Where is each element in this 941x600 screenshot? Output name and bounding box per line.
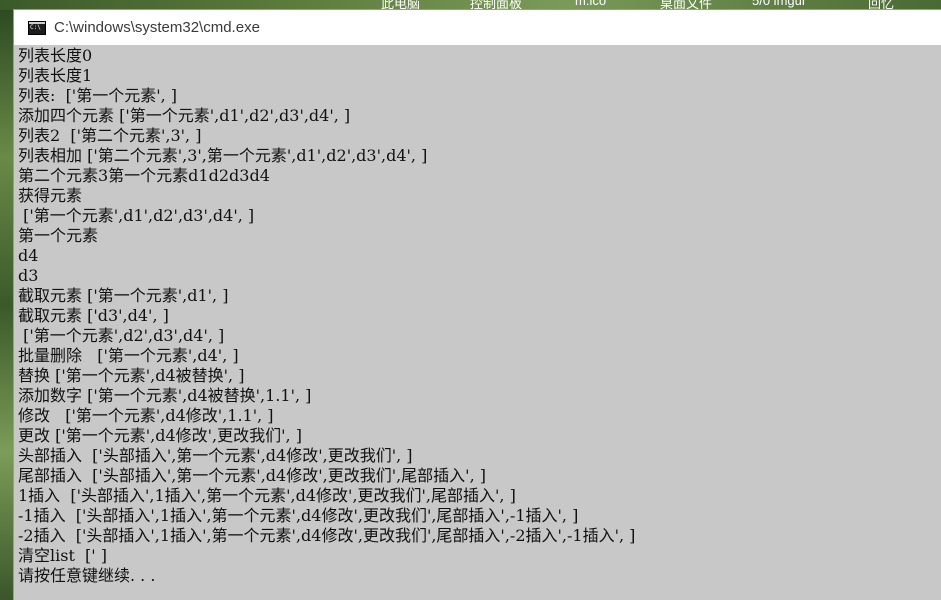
window-title: C:\windows\system32\cmd.exe bbox=[54, 19, 260, 36]
console-line: 修改 ['第一个元素',d4修改',1.1', ] bbox=[18, 406, 274, 425]
console-line: 列表: ['第一个元素', ] bbox=[18, 86, 178, 105]
console-output[interactable]: 列表长度0 列表长度1 列表: ['第一个元素', ] 添加四个元素 ['第一个元素'… bbox=[18, 46, 938, 600]
console-line: 列表2 ['第二个元素',3', ] bbox=[18, 126, 202, 145]
console-line: 第一个元素 bbox=[18, 226, 99, 245]
desktop-icon-label[interactable]: 桌面文件 bbox=[660, 0, 712, 10]
console-line: 清空list [' ] bbox=[18, 546, 108, 565]
console-line: d4 bbox=[18, 246, 39, 265]
desktop-icon-label[interactable]: m.ico bbox=[575, 0, 606, 8]
window-titlebar[interactable]: C:\windows\system32\cmd.exe bbox=[14, 10, 941, 45]
console-line: -2插入 ['头部插入',1插入',第一个元素',d4修改',更改我们',尾部插… bbox=[18, 526, 636, 545]
console-line: ['第一个元素',d1',d2',d3',d4', ] bbox=[18, 206, 255, 225]
desktop-wallpaper bbox=[0, 10, 14, 600]
desktop-background: 此电脑 控制面板 m.ico 桌面文件 5/0 imgur 回忆 bbox=[0, 0, 941, 10]
console-line: ['第一个元素',d2',d3',d4', ] bbox=[18, 326, 225, 345]
console-line: 截取元素 ['d3',d4', ] bbox=[18, 306, 169, 325]
desktop-icon-label[interactable]: 5/0 imgur bbox=[752, 0, 806, 8]
console-line: 请按任意键继续. . . bbox=[18, 566, 156, 585]
console-line: 截取元素 ['第一个元素',d1', ] bbox=[18, 286, 229, 305]
console-line: 列表长度1 bbox=[18, 66, 93, 85]
console-line: d3 bbox=[18, 266, 39, 285]
console-line: 批量删除 ['第一个元素',d4', ] bbox=[18, 346, 239, 365]
console-line: 列表长度0 bbox=[18, 46, 93, 65]
desktop-icon-label[interactable]: 此电脑 bbox=[381, 0, 420, 10]
console-line: 列表相加 ['第二个元素',3',第一个元素',d1',d2',d3',d4',… bbox=[18, 146, 428, 165]
console-line: 添加四个元素 ['第一个元素',d1',d2',d3',d4', ] bbox=[18, 106, 351, 125]
console-line: 头部插入 ['头部插入',第一个元素',d4修改',更改我们', ] bbox=[18, 446, 413, 465]
console-line: 1插入 ['头部插入',1插入',第一个元素',d4修改',更改我们',尾部插入… bbox=[18, 486, 516, 505]
console-line: 尾部插入 ['头部插入',第一个元素',d4修改',更改我们',尾部插入', ] bbox=[18, 466, 486, 485]
console-line: -1插入 ['头部插入',1插入',第一个元素',d4修改',更改我们',尾部插… bbox=[18, 506, 579, 525]
console-line: 第二个元素3第一个元素d1d2d3d4 bbox=[18, 166, 270, 185]
console-line: 替换 ['第一个元素',d4被替换', ] bbox=[18, 366, 245, 385]
console-line: 更改 ['第一个元素',d4修改',更改我们', ] bbox=[18, 426, 302, 445]
cmd-window[interactable]: C:\windows\system32\cmd.exe 列表长度0列表长度1列表… bbox=[14, 10, 941, 600]
console-line: 获得元素 bbox=[18, 186, 83, 205]
cmd-app-icon[interactable] bbox=[28, 20, 46, 35]
console-line: 添加数字 ['第一个元素',d4被替换',1.1', ] bbox=[18, 386, 312, 405]
desktop-icon-label[interactable]: 控制面板 bbox=[470, 0, 522, 10]
desktop-icon-label[interactable]: 回忆 bbox=[868, 0, 894, 10]
